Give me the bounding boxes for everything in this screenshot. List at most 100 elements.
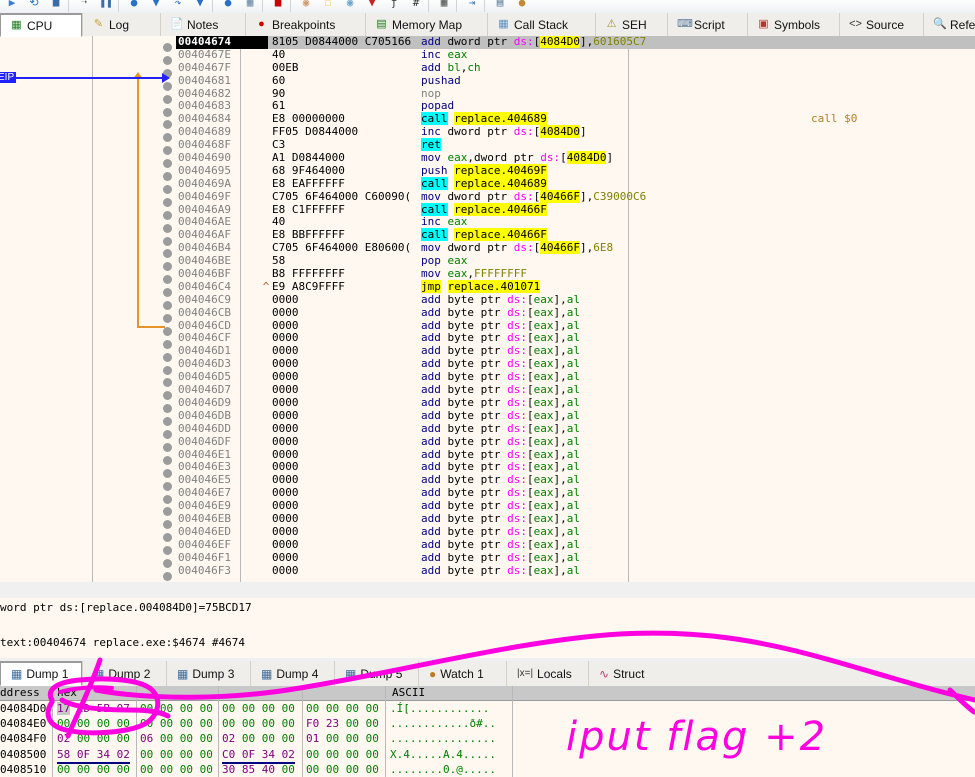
breakpoint-toggle-dot[interactable] <box>163 507 172 517</box>
calculator-icon[interactable]: ▦ <box>436 0 452 11</box>
disassembly-rows[interactable]: 00404674 8105 D0844000 C705166 add dword p… <box>176 36 975 577</box>
breakpoint-toggle-dot[interactable] <box>163 571 172 581</box>
breakpoint-toggle-dot[interactable] <box>163 107 172 117</box>
hex-dump-row[interactable]: 0408500 58 0F 34 02 00 00 00 00 C0 0F 34 02… <box>0 747 975 764</box>
tab-memory-map[interactable]: ▤ Memory Map <box>365 13 487 36</box>
breakpoint-toggle-dot[interactable] <box>163 275 172 285</box>
dump-hex-group[interactable]: 02 00 00 00 <box>222 731 295 746</box>
disassembly-row[interactable]: 0040469F C705 6F464000 C60090(mov dword p… <box>176 189 975 204</box>
disassembly-row[interactable]: 004046A9 E8 C1FFFFFF call replace.40466F <box>176 202 975 217</box>
disassembly-row[interactable]: 00404682 90 nop <box>176 87 975 101</box>
disassembly-row[interactable]: 0040467E 40 inc eax <box>176 48 975 62</box>
dump-tab-dump-4[interactable]: ▦ Dump 4 <box>250 661 334 686</box>
breakpoint-toggle-dot[interactable] <box>163 533 172 543</box>
dump-hex-group[interactable]: 06 00 00 00 <box>140 731 213 746</box>
dump-hex-group[interactable]: 00 00 00 00 <box>222 716 295 731</box>
dump-tab-dump-3[interactable]: ▦ Dump 3 <box>166 661 250 686</box>
hex-dump-pane[interactable]: ddress hex ASCII 04084D0 17 CD 5B 07 00 00… <box>0 686 975 777</box>
breakpoint-toggle-dot[interactable] <box>163 481 172 491</box>
breakpoint-toggle-dot[interactable] <box>163 262 172 272</box>
breakpoint-toggle-dot[interactable] <box>163 378 172 388</box>
breakpoint-toggle-dot[interactable] <box>163 339 172 349</box>
breakpoint-toggle-dot[interactable] <box>163 184 172 194</box>
hex-dump-row[interactable]: 04084D0 17 CD 5B 07 00 00 00 00 00 00 00 00… <box>0 701 975 716</box>
tab-seh[interactable]: ⚠ SEH <box>595 13 667 36</box>
pause-icon[interactable]: ❚❚ <box>98 0 114 11</box>
step-over-icon[interactable]: ● <box>126 0 142 11</box>
trace-icon[interactable]: ▼ <box>192 0 208 11</box>
breakpoint-toggle-dot[interactable] <box>163 133 172 143</box>
tab-symbols[interactable]: ▣ Symbols <box>747 13 839 36</box>
disassembly-row[interactable]: 0040469A E8 EAFFFFFF call replace.404689 <box>176 176 975 191</box>
comment-icon[interactable]: ☐ <box>320 0 336 11</box>
disassembly-row[interactable]: 004046BF B8 FFFFFFFF mov eax,FFFFFFFF <box>176 267 975 281</box>
breakpoint-icon[interactable]: ■ <box>270 0 286 11</box>
memory-map-icon[interactable]: ▦ <box>242 0 258 11</box>
breakpoint-toggle-dot[interactable] <box>163 365 172 375</box>
breakpoint-toggle-dot[interactable] <box>163 288 172 298</box>
dump-hex-group[interactable]: 00 00 00 00 <box>140 701 213 716</box>
step-into-icon[interactable]: ➝ <box>76 0 92 11</box>
dump-hex-group[interactable]: 00 00 00 00 <box>57 762 130 777</box>
dump-hex-group[interactable]: 30 85 40 00 <box>222 762 295 777</box>
breakpoint-toggle-dot[interactable] <box>163 430 172 439</box>
breakpoint-toggle-dot[interactable] <box>163 455 172 465</box>
run-icon[interactable]: ▶ <box>4 0 20 11</box>
breakpoint-column[interactable] <box>160 36 176 582</box>
disassembly-row[interactable]: 004046B4 C705 6F464000 E80600(mov dword p… <box>176 241 975 255</box>
tab-notes[interactable]: 📄 Notes <box>160 13 245 36</box>
breakpoint-toggle-dot[interactable] <box>163 43 172 52</box>
disassembly-row[interactable]: 00404674 8105 D0844000 C705166 add dword p… <box>176 36 975 49</box>
dump-tab-dump-2[interactable]: ▦ Dump 2 <box>82 661 166 686</box>
dump-hex-group[interactable]: 00 00 00 00 <box>57 716 130 731</box>
dump-hex-group[interactable]: 00 00 00 00 <box>140 762 213 777</box>
breakpoint-toggle-dot[interactable] <box>163 120 172 130</box>
breakpoint-toggle-dot[interactable] <box>163 391 172 401</box>
dump-hex-group[interactable]: 00 00 00 00 <box>140 747 213 762</box>
main-tab-bar[interactable]: ▦ CPU ✎ Log 📄 Notes ● Breakpoints ▤ Memo… <box>0 13 975 37</box>
restart-icon[interactable]: ⟲ <box>26 0 42 11</box>
dump-hex-group[interactable]: 00 00 00 00 <box>306 762 379 777</box>
breakpoint-toggle-dot[interactable] <box>163 494 172 504</box>
breakpoint-toggle-dot[interactable] <box>163 313 172 323</box>
breakpoint-toggle-dot[interactable] <box>163 249 172 259</box>
disassembly-pane[interactable]: EIP 00404674 8105 D0844000 C705166 add dwo… <box>0 36 975 582</box>
dump-hex-group[interactable]: 00 00 00 00 <box>140 716 213 731</box>
breakpoint-toggle-dot[interactable] <box>163 417 172 427</box>
dump-hex-group[interactable]: 17 CD 5B 07 <box>57 701 130 716</box>
disassembly-row[interactable]: 004046AE 40 inc eax <box>176 216 975 229</box>
bookmark-icon[interactable]: ▼ <box>364 0 380 11</box>
dump-tab-dump-5[interactable]: ▦ Dump 5 <box>334 661 418 686</box>
breakpoint-toggle-dot[interactable] <box>163 468 172 478</box>
disassembly-row[interactable]: 0040467F 00EB add bl,ch <box>176 61 975 75</box>
label-icon[interactable]: # <box>408 0 424 11</box>
dump-hex-group[interactable]: 00 00 00 00 <box>306 747 379 762</box>
dump-hex-group[interactable]: 00 00 00 00 <box>306 701 379 716</box>
breakpoint-toggle-dot[interactable] <box>163 172 172 181</box>
tab-log[interactable]: ✎ Log <box>82 13 160 36</box>
disassembly-row[interactable]: 00404681 60 pushad <box>176 74 975 88</box>
dump-tab-bar[interactable]: ▦ Dump 1 ▦ Dump 2 ▦ Dump 3 ▦ Dump 4 ▦ Du… <box>0 661 975 687</box>
breakpoint-toggle-dot[interactable] <box>163 352 172 362</box>
hex-dump-row[interactable]: 0408510 00 00 00 00 00 00 00 00 30 85 40 00… <box>0 762 975 777</box>
breakpoint-toggle-dot[interactable] <box>163 520 172 530</box>
breakpoint-toggle-dot[interactable] <box>163 442 172 452</box>
main-toolbar[interactable]: ▶ ⟲ ■ ➝ ❚❚ ● ▼ ↷ ▼ ● ▦ ■ ◉ ☐ ◉ ▼ ƒ # ▦ ⇥… <box>0 0 975 14</box>
disassembly-row[interactable]: 004046F3 0000 add byte ptr ds:[eax],al <box>176 564 975 578</box>
tab-call-stack[interactable]: ▦ Call Stack <box>487 13 595 36</box>
hex-dump-row[interactable]: 04084E0 00 00 00 00 00 00 00 00 00 00 00 00… <box>0 716 975 731</box>
breakpoint-toggle-dot[interactable] <box>163 197 172 207</box>
analyse-icon[interactable]: ◉ <box>342 0 358 11</box>
disassembly-row[interactable]: 00404695 68 9F464000 push replace.40469F <box>176 163 975 178</box>
dump-tab-struct[interactable]: ∿ Struct <box>588 661 668 686</box>
breakpoint-toggle-dot[interactable] <box>163 81 172 91</box>
dump-hex-group[interactable]: 00 00 00 00 <box>222 701 295 716</box>
tab-source[interactable]: <> Source <box>839 13 923 36</box>
breakpoint-toggle-dot[interactable] <box>163 55 172 65</box>
disassembly-row[interactable]: 00404689 FF05 D0844000 inc dword ptr ds:[4… <box>176 125 975 139</box>
breakpoint-toggle-dot[interactable] <box>163 159 172 169</box>
tab-references[interactable]: 🔍 References <box>923 13 975 36</box>
options-icon[interactable]: ● <box>514 0 530 11</box>
breakpoint-toggle-dot[interactable] <box>163 404 172 414</box>
breakpoint-toggle-dot[interactable] <box>163 236 172 246</box>
